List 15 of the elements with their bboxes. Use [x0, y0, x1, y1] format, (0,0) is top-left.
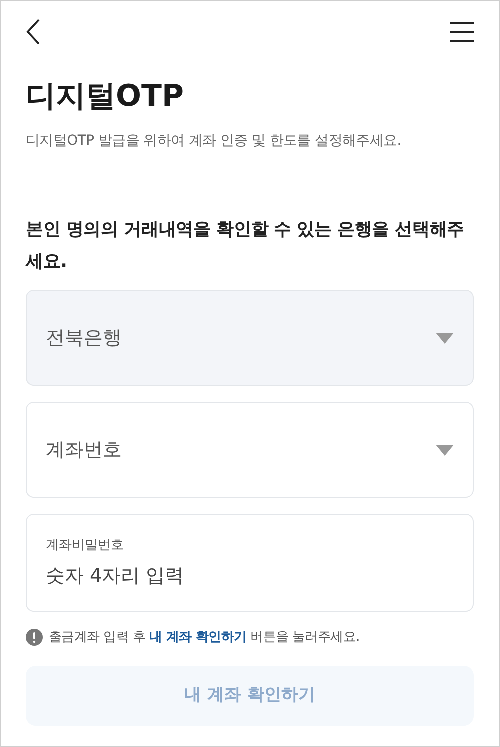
- dropdown-field[interactable]: 계좌번호: [26, 402, 474, 498]
- dropdown-arrow-icon: [436, 444, 454, 456]
- page-title: 디지털OTP: [26, 78, 184, 116]
- notice-text: 출금계좌 입력 후 내 계좌 확인하기 버튼을 눌러주세요.: [49, 629, 360, 647]
- password-input[interactable]: 숫자 4자리 입력: [46, 562, 454, 590]
- dropdown-arrow-icon: [436, 332, 454, 344]
- field-placeholder: 계좌번호: [46, 438, 122, 463]
- menu-icon[interactable]: [450, 22, 474, 42]
- page-description: 디지털OTP 발급을 위하여 계좌 인증 및 한도를 설정해주세요.: [26, 132, 402, 151]
- section-heading: 본인 명의의 거래내역을 확인할 수 있는 은행을 선택해주세요.: [26, 219, 466, 274]
- info-icon: [26, 629, 43, 646]
- field-value: 전북은행: [46, 326, 122, 351]
- back-icon[interactable]: [26, 19, 40, 45]
- field-label: 계좌비밀번호: [46, 537, 125, 555]
- password-field[interactable]: 계좌비밀번호 숫자 4자리 입력: [26, 514, 474, 612]
